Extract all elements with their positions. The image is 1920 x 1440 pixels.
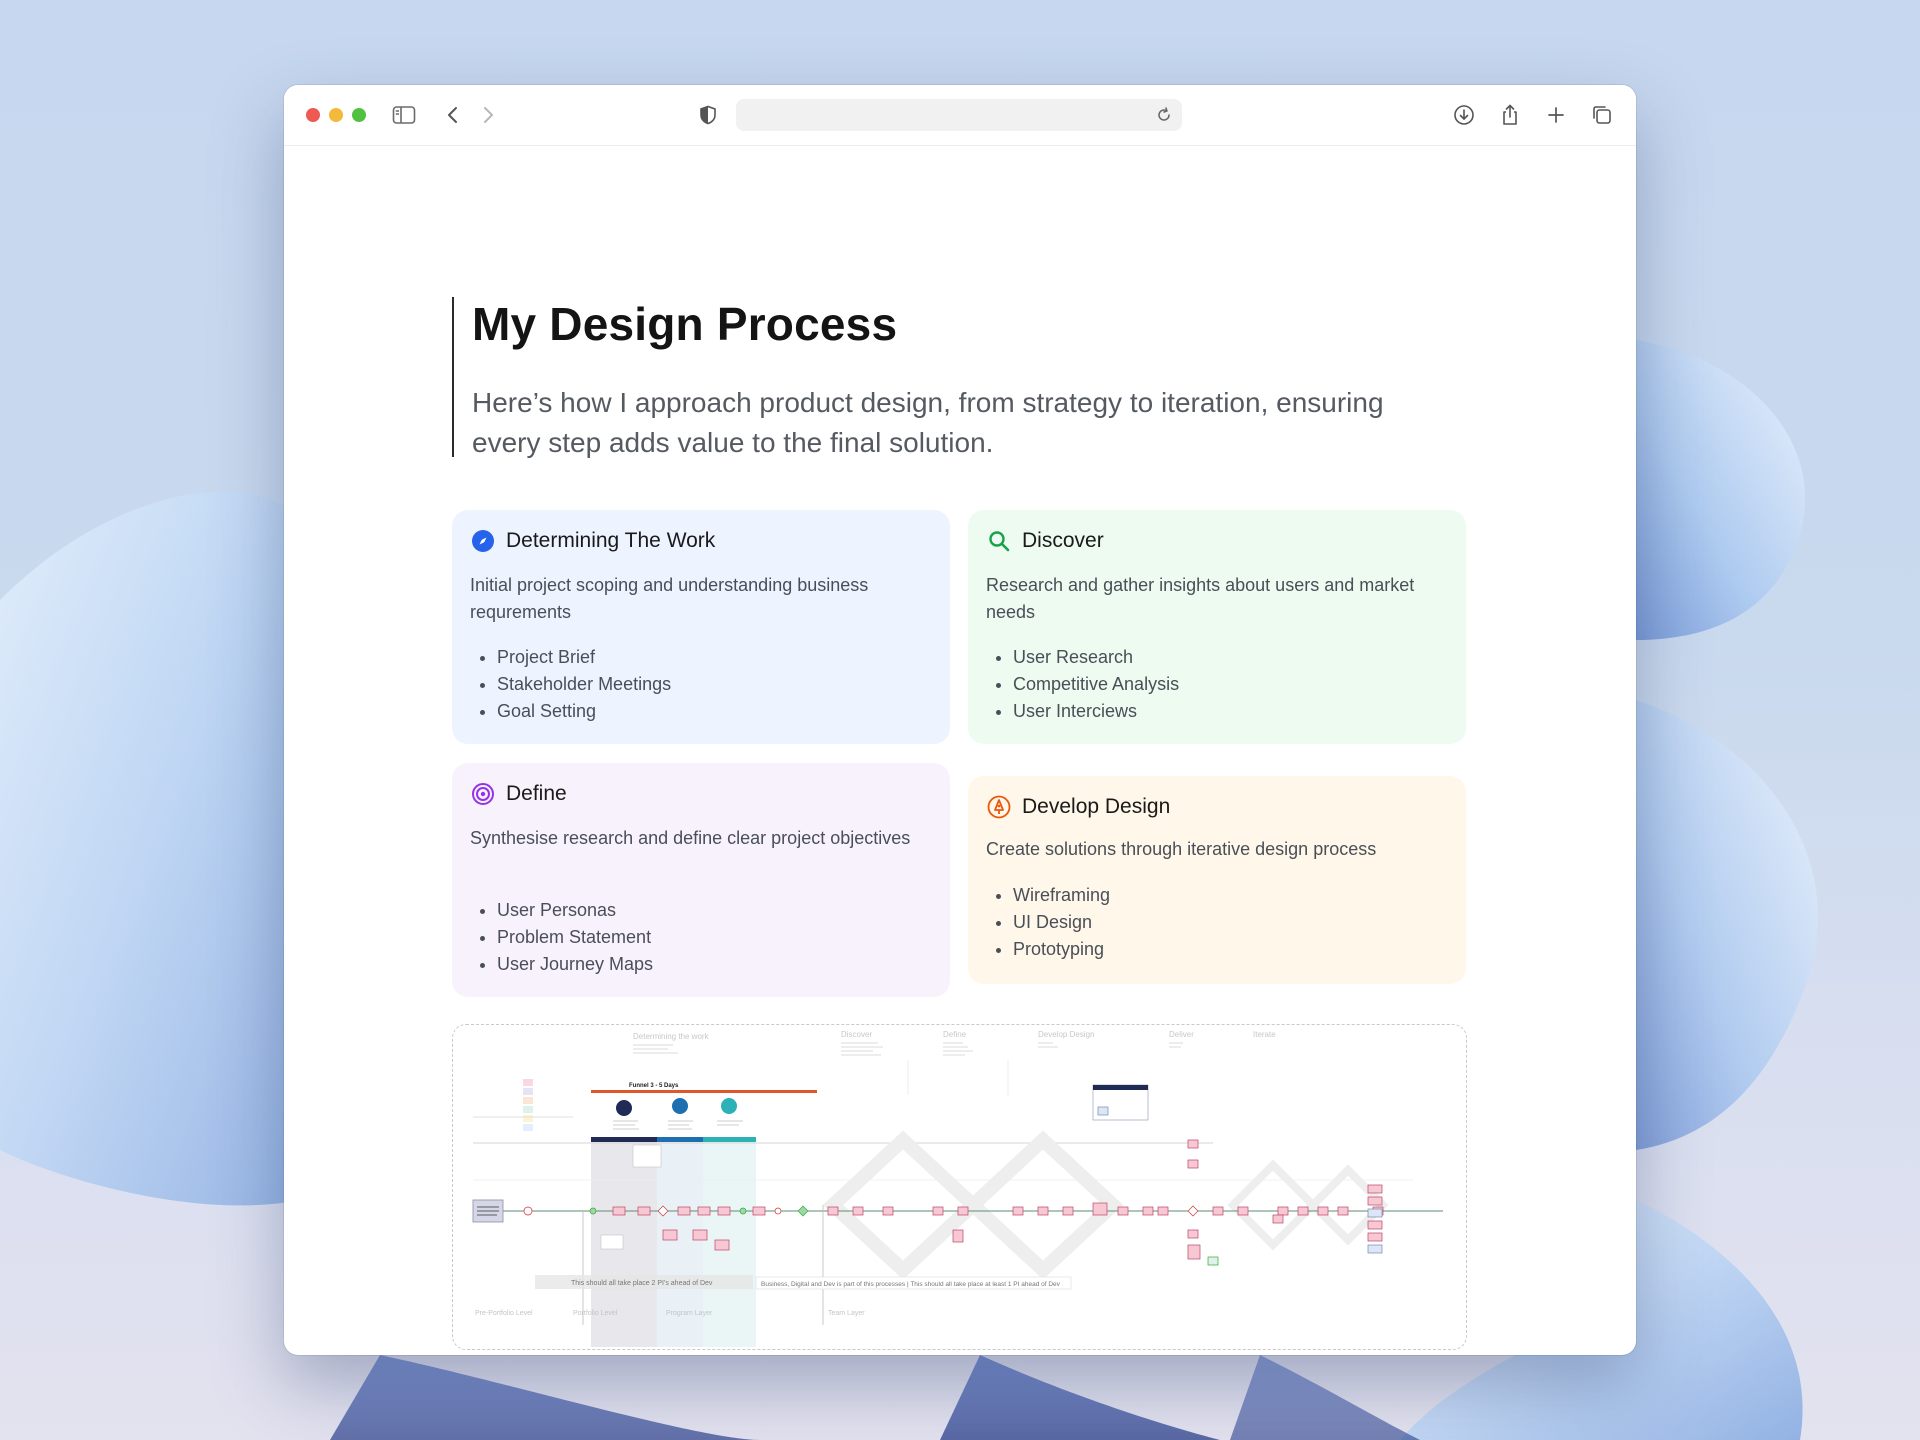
diagram-note-right: Business, Digital and Dev is part of thi…	[761, 1281, 1061, 1288]
maximize-window-button[interactable]	[352, 108, 366, 122]
process-flow-chart: Determining the work Discover Define Dev…	[472, 1030, 1443, 1347]
compass-icon	[470, 528, 496, 554]
list-item: Competitive Analysis	[1013, 671, 1179, 698]
card-description: Research and gather insights about users…	[986, 575, 1415, 622]
page-content: My Design Process Here’s how I approach …	[284, 146, 1636, 1355]
intro-section: My Design Process Here’s how I approach …	[452, 297, 1432, 458]
sidebar-toggle-icon[interactable]	[390, 101, 418, 129]
level-label: Program Layer	[666, 1310, 713, 1317]
list-item: UI Design	[1013, 909, 1110, 936]
reload-icon[interactable]	[1152, 103, 1176, 127]
card-define: Define Synthesise research and define cl…	[452, 763, 950, 997]
downloads-icon[interactable]	[1450, 101, 1478, 129]
phase-label: Determining the work	[633, 1032, 710, 1041]
address-bar[interactable]	[736, 99, 1182, 133]
phase-label: Discover	[841, 1030, 872, 1039]
card-description: Initial project scoping and understandin…	[470, 575, 869, 622]
list-item: Goal Setting	[497, 698, 671, 725]
level-label: Team Layer	[828, 1310, 865, 1317]
card-title: Develop Design	[1022, 795, 1171, 818]
process-diagram[interactable]: Determining the work Discover Define Dev…	[452, 1024, 1467, 1350]
close-window-button[interactable]	[306, 108, 320, 122]
list-item: Problem Statement	[497, 924, 653, 951]
phase-label: Develop Design	[1038, 1030, 1094, 1039]
card-title: Discover	[1022, 529, 1104, 552]
list-item: User Interciews	[1013, 698, 1179, 725]
new-tab-icon[interactable]	[1542, 101, 1570, 129]
page-subtitle: Here’s how I approach product design, fr…	[472, 387, 1384, 458]
card-list: Wireframing UI Design Prototyping	[986, 882, 1110, 963]
list-item: User Personas	[497, 897, 653, 924]
card-list: User Research Competitive Analysis User …	[986, 644, 1179, 725]
card-determining-the-work: Determining The Work Initial project sco…	[452, 510, 950, 744]
minimize-window-button[interactable]	[329, 108, 343, 122]
phase-label: Deliver	[1169, 1030, 1194, 1039]
search-icon	[986, 528, 1012, 554]
card-list: User Personas Problem Statement User Jou…	[470, 897, 653, 978]
browser-window: My Design Process Here’s how I approach …	[284, 85, 1636, 1355]
privacy-shield-icon[interactable]	[694, 101, 722, 129]
diagram-note-left: This should all take place 2 PI's ahead …	[571, 1280, 713, 1287]
card-title: Define	[506, 782, 567, 805]
url-input[interactable]	[746, 99, 1140, 133]
level-label: Pre-Portfolio Level	[475, 1310, 533, 1317]
list-item: Wireframing	[1013, 882, 1110, 909]
browser-toolbar	[284, 85, 1636, 146]
card-title: Determining The Work	[506, 529, 716, 552]
level-label: Portfolio Level	[573, 1310, 618, 1317]
target-icon	[470, 781, 496, 807]
back-icon[interactable]	[439, 101, 467, 129]
pen-tool-icon	[986, 794, 1012, 820]
card-discover: Discover Research and gather insights ab…	[968, 510, 1466, 744]
card-description: Synthesise research and define clear pro…	[470, 828, 911, 848]
list-item: User Research	[1013, 644, 1179, 671]
card-description: Create solutions through iterative desig…	[986, 839, 1377, 859]
share-icon[interactable]	[1496, 101, 1524, 129]
phase-label: Iterate	[1253, 1030, 1276, 1039]
forward-icon[interactable]	[474, 101, 502, 129]
phase-label: Define	[943, 1030, 967, 1039]
list-item: Project Brief	[497, 644, 671, 671]
funnel-label: Funnel 3 - 5 Days	[629, 1083, 679, 1089]
card-list: Project Brief Stakeholder Meetings Goal …	[470, 644, 671, 725]
list-item: Prototyping	[1013, 936, 1110, 963]
list-item: Stakeholder Meetings	[497, 671, 671, 698]
list-item: User Journey Maps	[497, 951, 653, 978]
tab-overview-icon[interactable]	[1588, 101, 1616, 129]
page-title: My Design Process	[472, 298, 898, 350]
card-develop-design: Develop Design Create solutions through …	[968, 776, 1466, 984]
